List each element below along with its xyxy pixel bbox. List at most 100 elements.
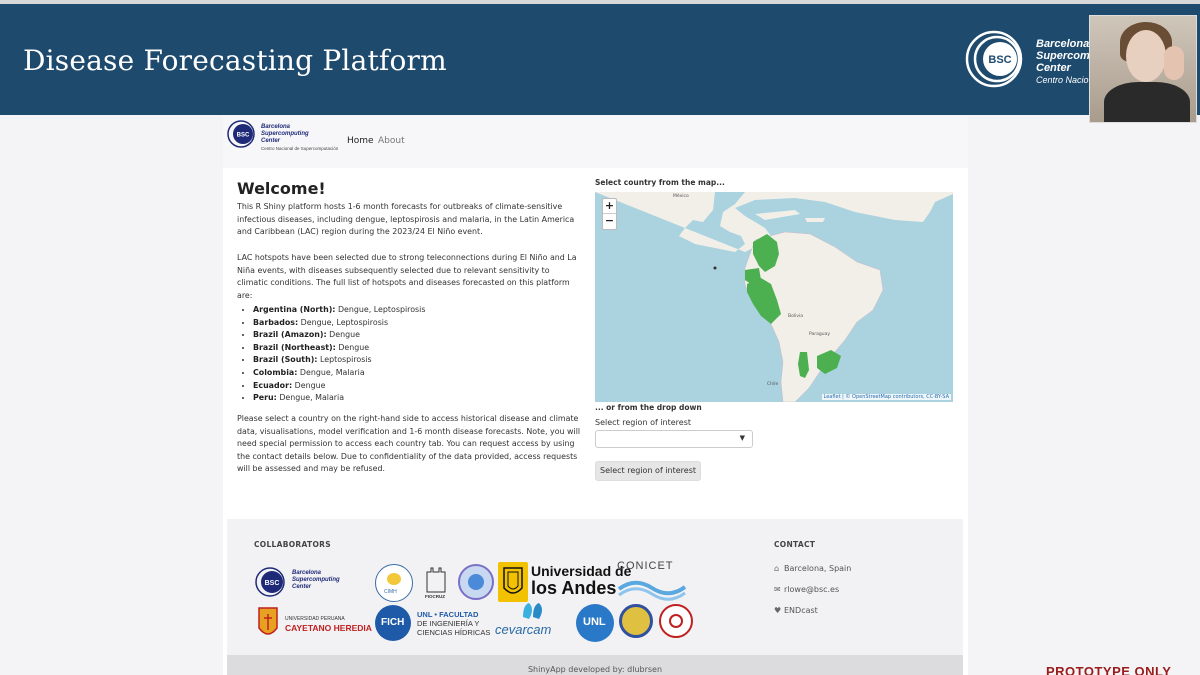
bsc-org-line3: Center — [1036, 62, 1071, 74]
uniandes-text-2: los Andes — [531, 578, 617, 598]
envelope-icon: ✉ — [774, 585, 781, 594]
nav-logo-text: BSC — [237, 133, 250, 139]
bsc-footer-line2: Supercomputing — [292, 577, 340, 583]
unl-faculty-line1: UNL • FACULTAD — [417, 610, 479, 619]
cayetano-shield-logo — [257, 606, 279, 640]
uniandes-shield-logo — [498, 562, 528, 602]
university-seal-logo — [458, 564, 494, 600]
map-attribution[interactable]: Leaflet | © OpenStreetMap contributors, … — [821, 394, 951, 400]
hotspot-diseases: Leptospirosis — [317, 355, 372, 365]
seal-logo — [619, 604, 653, 638]
list-item: Colombia: Dengue, Malaria — [253, 367, 425, 380]
bsc-footer-text: BSC — [265, 580, 280, 587]
bsc-footer-line1: Barcelona — [292, 570, 322, 576]
contact-email-text[interactable]: rlowe@bsc.es — [784, 585, 839, 594]
list-item: Argentina (North): Dengue, Leptospirosis — [253, 304, 425, 317]
home-icon: ⌂ — [774, 564, 780, 573]
cayetano-shield-icon — [258, 607, 278, 635]
map-place-label: Paraguay — [809, 332, 831, 337]
credits-text: ShinyApp developed by: dlubrsen — [527, 665, 663, 674]
contact-heading: CONTACT — [774, 540, 816, 549]
zoom-in-button[interactable]: + — [603, 199, 616, 214]
intro-paragraph: This R Shiny platform hosts 1-6 month fo… — [237, 202, 575, 236]
bsc-footer-name: Barcelona Supercomputing Center — [292, 570, 340, 591]
hotspot-region: Brazil (Amazon): — [253, 330, 327, 340]
caribbean-island — [755, 210, 800, 220]
bsc-org-line1: Barcelona — [1036, 38, 1090, 50]
list-item: Ecuador: Dengue — [253, 380, 425, 393]
contact-project[interactable]: ♥ ENDcast — [774, 606, 818, 615]
welcome-heading: Welcome! — [237, 179, 326, 198]
contact-email[interactable]: ✉ rlowe@bsc.es — [774, 585, 839, 594]
hotspot-region: Peru: — [253, 393, 277, 403]
hotspot-region: Barbados: — [253, 317, 299, 327]
cevarcam-drop-icon — [523, 603, 542, 619]
contact-location: ⌂ Barcelona, Spain — [774, 564, 851, 573]
hotspot-region: Brazil (Northeast): — [253, 342, 336, 352]
select-region-button[interactable]: Select region of interest — [595, 461, 701, 481]
zoom-out-button[interactable]: − — [603, 214, 616, 229]
uniandes-shield-icon — [503, 567, 523, 594]
hotspot-diseases: Dengue, Malaria — [297, 367, 365, 377]
cayetano-text-1: UNIVERSIDAD PERUANA — [285, 616, 345, 622]
bsc-org-line4: Centro Nacio — [1036, 75, 1089, 85]
country-map[interactable]: México Bolivia Paraguay Chile + − Leafle… — [595, 192, 953, 402]
nav-about-link[interactable]: About — [378, 136, 405, 146]
nav-org-line4: Centro Nacional de Supercomputación — [261, 146, 339, 151]
shiny-app-page: BSC Barcelona Supercomputing Center Cent… — [223, 116, 968, 675]
nav-org-line2: Supercomputing — [261, 131, 309, 137]
hotspot-diseases: Dengue, Leptospirosis — [298, 317, 389, 327]
presentation-banner: Disease Forecasting Platform BSC Barcelo… — [0, 4, 1200, 115]
webcam-hand — [1164, 46, 1184, 80]
caret-down-icon: ▼ — [739, 434, 745, 442]
bsc-org-name: Barcelona Supercom Center Centro Nacio — [1036, 38, 1090, 86]
map-place-label: Chile — [767, 382, 779, 387]
conicet-wave-icon — [617, 580, 687, 601]
bsc-logo-icon: BSC — [965, 30, 1023, 88]
app-navbar: BSC Barcelona Supercomputing Center Cent… — [223, 116, 968, 168]
cimh-logo-text: CIMH — [384, 589, 397, 595]
hotspot-region: Argentina (North): — [253, 305, 336, 314]
bsc-logo-text: BSC — [988, 54, 1011, 66]
nav-home-link[interactable]: Home — [347, 136, 374, 146]
unl-logo-text: UNL — [583, 616, 606, 628]
hotspot-list: Argentina (North): Dengue, Leptospirosis… — [253, 304, 425, 405]
cevarcam-text: cevarcam — [495, 622, 552, 637]
hotspot-region: Brazil (South): — [253, 355, 318, 365]
unl-faculty-line2: DE INGENIERÍA Y — [417, 619, 480, 628]
heart-icon: ♥ — [774, 606, 782, 615]
fich-logo: FICH — [375, 605, 411, 641]
fiocruz-logo-text: FIOCRUZ — [425, 594, 445, 599]
nav-org-line1: Barcelona — [261, 124, 291, 130]
webcam-body — [1104, 82, 1190, 122]
hotspot-region: Ecuador: — [253, 380, 293, 390]
contact-project-text[interactable]: ENDcast — [784, 606, 818, 615]
map-place-label: México — [673, 194, 689, 199]
castle-icon — [426, 567, 446, 593]
seal-inner-icon — [669, 614, 683, 628]
banner-title: Disease Forecasting Platform — [23, 44, 447, 77]
presenter-webcam — [1089, 15, 1197, 123]
collaborators-heading: COLLABORATORS — [254, 540, 331, 549]
list-item: Brazil (Northeast): Dengue — [253, 342, 425, 355]
red-seal-logo — [659, 604, 693, 638]
region-select[interactable]: ▼ — [595, 430, 753, 448]
sun-icon — [387, 573, 401, 585]
instructions-paragraph: Please select a country on the right-han… — [237, 414, 581, 473]
galapagos-marker — [713, 266, 717, 270]
list-item: Brazil (South): Leptospirosis — [253, 354, 425, 367]
prototype-watermark: PROTOTYPE ONLY — [1046, 664, 1172, 675]
hotspot-diseases: Dengue — [326, 330, 360, 340]
map-place-label: Bolivia — [788, 314, 804, 319]
page-footer: COLLABORATORS CONTACT ⌂ Barcelona, Spain … — [227, 519, 963, 655]
map-canvas[interactable] — [595, 192, 953, 402]
nav-org-line3: Center — [261, 138, 281, 144]
nav-org-name: Barcelona Supercomputing Center Centro N… — [261, 124, 338, 152]
region-select-label: Select region of interest — [595, 418, 692, 427]
list-item: Brazil (Amazon): Dengue — [253, 329, 425, 342]
dropdown-intro-label: ... or from the drop down — [595, 403, 702, 412]
unl-logo: UNL — [576, 604, 614, 642]
bsc-collaborator-logo: BSC — [255, 567, 291, 597]
map-label: Select country from the map... — [595, 178, 725, 187]
fich-logo-text: FICH — [381, 617, 405, 628]
